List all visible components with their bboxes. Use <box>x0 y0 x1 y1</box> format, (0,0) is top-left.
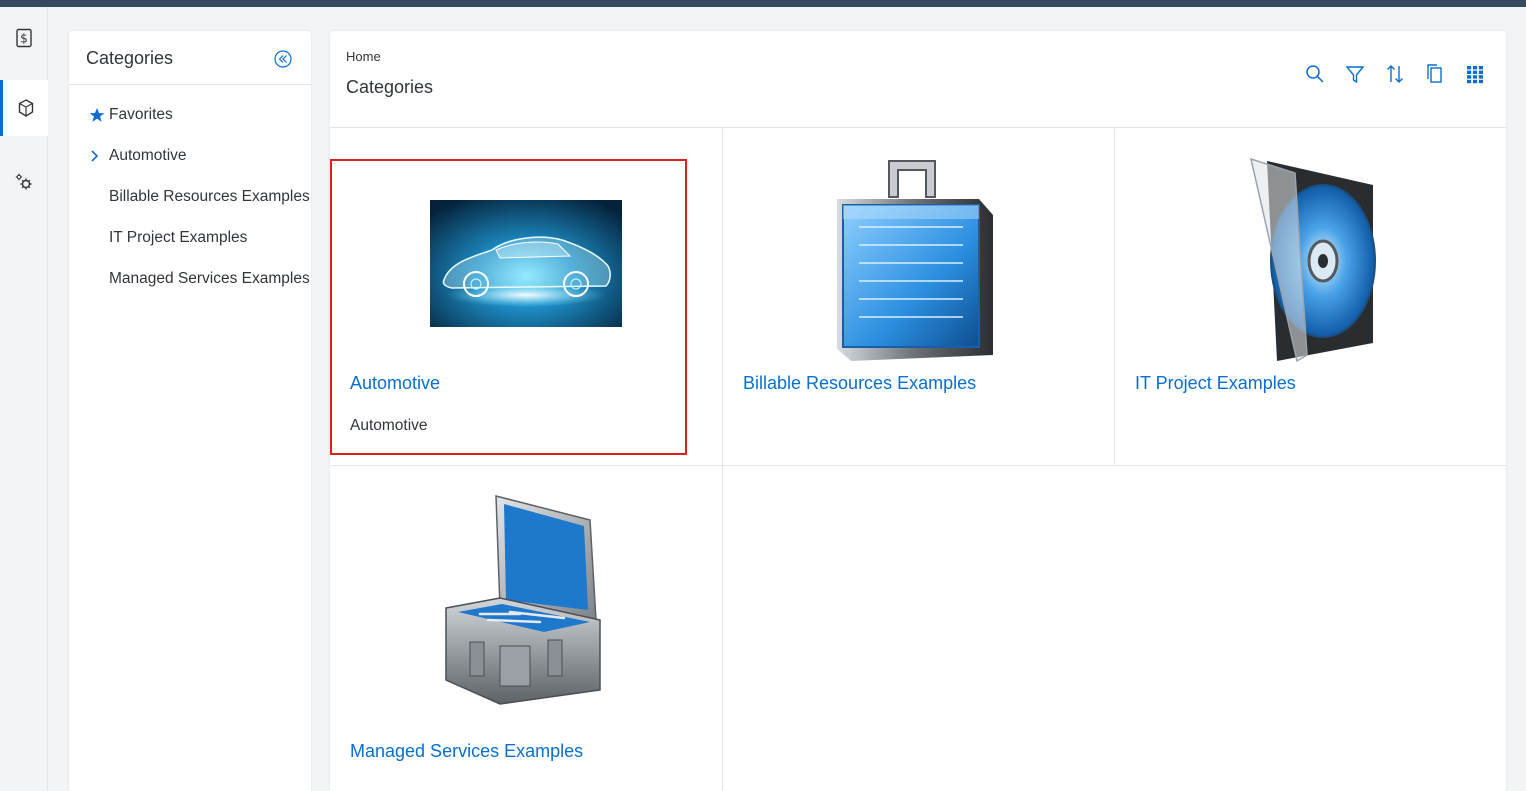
cube-icon <box>18 99 33 117</box>
toolbox-image <box>445 495 601 705</box>
category-item-it-project[interactable]: IT Project Examples <box>69 228 311 269</box>
search-icon <box>1306 65 1324 83</box>
car-hologram-image <box>430 200 622 327</box>
star-icon <box>89 105 105 125</box>
categories-panel: Categories Favorites Automotive Billable… <box>69 31 311 791</box>
category-item-favorites[interactable]: Favorites <box>69 105 311 146</box>
categories-panel-title: Categories <box>86 48 174 68</box>
category-item-managed-services[interactable]: Managed Services Examples <box>69 269 311 310</box>
category-tile-managed-services[interactable]: Managed Services Examples <box>330 466 722 791</box>
category-item-billable-resources[interactable]: Billable Resources Examples <box>69 187 311 228</box>
tile-description: Automotive <box>350 417 428 434</box>
filter-icon <box>1345 66 1365 84</box>
category-tile-billable-resources[interactable]: Billable Resources Examples <box>723 129 1114 465</box>
category-item-label: IT Project Examples <box>109 229 248 246</box>
copy-icon <box>1427 64 1442 83</box>
tile-title[interactable]: Billable Resources Examples <box>743 373 976 394</box>
category-tile-it-project[interactable]: IT Project Examples <box>1115 129 1506 465</box>
svg-text:$: $ <box>20 32 28 46</box>
gears-icon <box>15 173 32 190</box>
sort-icon <box>1387 65 1403 83</box>
collapse-panel-button[interactable] <box>272 48 294 70</box>
content-header: Home Categories <box>330 31 1506 128</box>
grid-view-icon <box>1467 66 1483 84</box>
shell-bar <box>0 0 1526 7</box>
rail-item-catalog[interactable] <box>0 80 48 136</box>
copy-button[interactable] <box>1422 61 1448 87</box>
categories-content: Home Categories Automotive Automotive Bi… <box>330 31 1506 791</box>
category-tile-automotive[interactable]: Automotive Automotive <box>330 129 722 465</box>
content-toolbar <box>1302 61 1488 87</box>
cd-case-image <box>1249 157 1376 363</box>
rail-item-settings[interactable] <box>0 154 48 210</box>
briefcase-image <box>837 160 993 361</box>
tile-title[interactable]: Managed Services Examples <box>350 741 583 762</box>
tile-title[interactable]: IT Project Examples <box>1135 373 1296 394</box>
category-item-label: Billable Resources Examples <box>109 188 310 205</box>
category-item-label: Managed Services Examples <box>109 270 310 287</box>
category-item-automotive[interactable]: Automotive <box>69 146 311 187</box>
grid-view-button[interactable] <box>1462 61 1488 87</box>
tile-title[interactable]: Automotive <box>350 373 440 394</box>
sort-button[interactable] <box>1382 61 1408 87</box>
breadcrumb[interactable]: Home <box>346 49 381 64</box>
search-button[interactable] <box>1302 61 1328 87</box>
chevron-right-icon[interactable] <box>89 146 105 166</box>
category-tree: Favorites Automotive Billable Resources … <box>69 85 311 310</box>
page-title: Categories <box>346 77 434 97</box>
rail-item-pricing[interactable]: $ <box>0 10 48 66</box>
category-item-label: Automotive <box>109 147 187 164</box>
category-item-label: Favorites <box>109 106 173 123</box>
categories-panel-header: Categories <box>69 31 311 85</box>
filter-button[interactable] <box>1342 61 1368 87</box>
navigation-rail: $ <box>0 7 48 791</box>
dollar-icon: $ <box>16 28 32 48</box>
